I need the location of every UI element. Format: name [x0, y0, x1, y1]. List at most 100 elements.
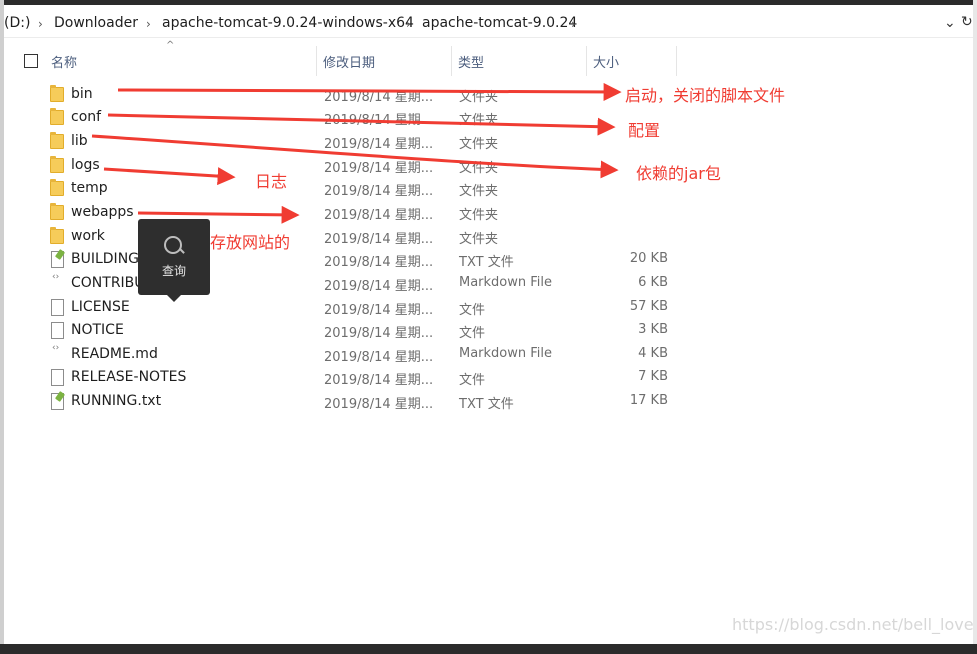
folder-icon	[50, 108, 64, 125]
file-type: 文件	[459, 373, 486, 388]
file-date: 2019/8/14 星期...	[324, 113, 434, 128]
file-size: 20 KB	[629, 251, 668, 266]
file-name: bin	[71, 86, 93, 102]
file-size: 6 KB	[638, 275, 668, 290]
column-divider[interactable]	[676, 46, 677, 76]
file-size: 3 KB	[638, 322, 668, 337]
file-name: webapps	[71, 204, 134, 220]
file-size: 17 KB	[629, 393, 668, 408]
file-type: TXT 文件	[459, 255, 514, 270]
address-bar[interactable]: (D:) › Downloader › apache-tomcat-9.0.24…	[4, 9, 973, 38]
window-right-edge	[973, 0, 977, 654]
annotation-conf: 配置	[628, 121, 661, 140]
file-icon	[51, 369, 64, 386]
file-date: 2019/8/14 星期...	[324, 90, 434, 105]
file-date: 2019/8/14 星期...	[324, 232, 434, 247]
text-file-icon	[51, 393, 64, 410]
file-name: NOTICE	[71, 322, 124, 338]
column-header-row: ^ 名称 修改日期 类型 大小	[4, 40, 973, 76]
file-size: 4 KB	[638, 346, 668, 361]
file-date: 2019/8/14 星期...	[324, 279, 434, 294]
file-size: 57 KB	[629, 299, 668, 314]
column-divider[interactable]	[586, 46, 587, 76]
column-header-type[interactable]: 类型	[458, 52, 484, 71]
column-header-date[interactable]: 修改日期	[323, 52, 375, 71]
breadcrumb-separator-icon[interactable]: ›	[38, 17, 43, 31]
folder-icon	[50, 156, 64, 173]
file-row[interactable]: README.md 2019/8/14 星期... Markdown File …	[4, 343, 704, 366]
file-date: 2019/8/14 星期...	[324, 326, 434, 341]
file-date: 2019/8/14 星期...	[324, 255, 434, 270]
file-type: 文件夹	[459, 137, 499, 152]
file-row[interactable]: CONTRIBU 2019/8/14 星期... Markdown File 6…	[4, 272, 704, 295]
file-row[interactable]: NOTICE 2019/8/14 星期... 文件 3 KB	[4, 319, 704, 342]
file-type: 文件夹	[459, 90, 499, 105]
file-row[interactable]: webapps 2019/8/14 星期... 文件夹	[4, 201, 704, 224]
file-row[interactable]: RUNNING.txt 2019/8/14 星期... TXT 文件 17 KB	[4, 390, 704, 413]
breadcrumb-separator-icon[interactable]: ›	[571, 17, 576, 31]
file-row[interactable]: work 2019/8/14 星期... 文件夹	[4, 225, 704, 248]
breadcrumb-separator-icon[interactable]: ›	[406, 17, 411, 31]
annotation-bin: 启动，关闭的脚本文件	[625, 86, 786, 105]
file-date: 2019/8/14 星期...	[324, 350, 434, 365]
folder-icon	[50, 227, 64, 244]
folder-icon	[50, 203, 64, 220]
refresh-icon[interactable]: ↻	[961, 14, 973, 30]
file-date: 2019/8/14 星期...	[324, 137, 434, 152]
file-date: 2019/8/14 星期...	[324, 397, 434, 412]
file-name: LICENSE	[71, 299, 130, 315]
column-divider[interactable]	[316, 46, 317, 76]
file-type: 文件	[459, 303, 486, 318]
file-type: Markdown File	[459, 346, 553, 361]
folder-icon	[50, 85, 64, 102]
file-icon	[51, 322, 64, 339]
file-name: conf	[71, 109, 102, 125]
file-name: BUILDING	[71, 251, 140, 267]
file-name: RUNNING.txt	[71, 393, 162, 409]
file-row[interactable]: temp 2019/8/14 星期... 文件夹	[4, 177, 704, 200]
column-divider[interactable]	[451, 46, 452, 76]
search-popup-label[interactable]: 查询	[138, 262, 210, 279]
chevron-down-icon[interactable]: ⌄	[944, 15, 956, 31]
breadcrumb-separator-icon[interactable]: ›	[146, 17, 151, 31]
file-row[interactable]: LICENSE 2019/8/14 星期... 文件 57 KB	[4, 296, 704, 319]
file-type: 文件夹	[459, 184, 499, 199]
file-name: work	[71, 228, 105, 244]
folder-icon	[50, 179, 64, 196]
search-icon[interactable]	[164, 236, 182, 254]
file-type: 文件夹	[459, 208, 499, 223]
markdown-file-icon	[52, 272, 64, 290]
file-date: 2019/8/14 星期...	[324, 208, 434, 223]
sort-ascending-icon: ^	[166, 40, 175, 51]
file-type: 文件夹	[459, 161, 499, 176]
file-icon	[51, 299, 64, 316]
breadcrumb-item-tomcat[interactable]: apache-tomcat-9.0.24	[422, 15, 577, 31]
file-type: 文件	[459, 326, 486, 341]
file-row[interactable]: BUILDING 2019/8/14 星期... TXT 文件 20 KB	[4, 248, 704, 271]
annotation-logs: 日志	[255, 172, 288, 191]
breadcrumb-drive[interactable]: (D:)	[4, 15, 30, 31]
file-row[interactable]: RELEASE-NOTES 2019/8/14 星期... 文件 7 KB	[4, 366, 704, 389]
column-header-name[interactable]: 名称	[51, 52, 77, 71]
breadcrumb-item-windows-x64[interactable]: apache-tomcat-9.0.24-windows-x64	[162, 15, 414, 31]
folder-icon	[50, 132, 64, 149]
window-top-edge	[0, 0, 977, 5]
annotation-lib: 依赖的jar包	[636, 164, 721, 183]
file-size: 7 KB	[638, 369, 668, 384]
select-all-checkbox[interactable]	[24, 54, 38, 68]
column-header-size[interactable]: 大小	[593, 52, 619, 71]
file-name: lib	[71, 133, 88, 149]
file-type: Markdown File	[459, 275, 553, 290]
breadcrumb-item-downloader[interactable]: Downloader	[54, 15, 138, 31]
file-row[interactable]: logs 2019/8/14 星期... 文件夹	[4, 154, 704, 177]
file-row[interactable]: conf 2019/8/14 星期... 文件夹	[4, 106, 704, 129]
file-date: 2019/8/14 星期...	[324, 161, 434, 176]
file-name: RELEASE-NOTES	[71, 369, 187, 385]
file-row[interactable]: lib 2019/8/14 星期... 文件夹	[4, 130, 704, 153]
search-popup[interactable]: 查询	[138, 219, 210, 302]
file-row[interactable]: bin 2019/8/14 星期... 文件夹	[4, 83, 704, 106]
file-date: 2019/8/14 星期...	[324, 303, 434, 318]
text-file-icon	[51, 251, 64, 268]
file-name: CONTRIBU	[71, 275, 145, 291]
window-bottom-edge	[0, 644, 977, 654]
